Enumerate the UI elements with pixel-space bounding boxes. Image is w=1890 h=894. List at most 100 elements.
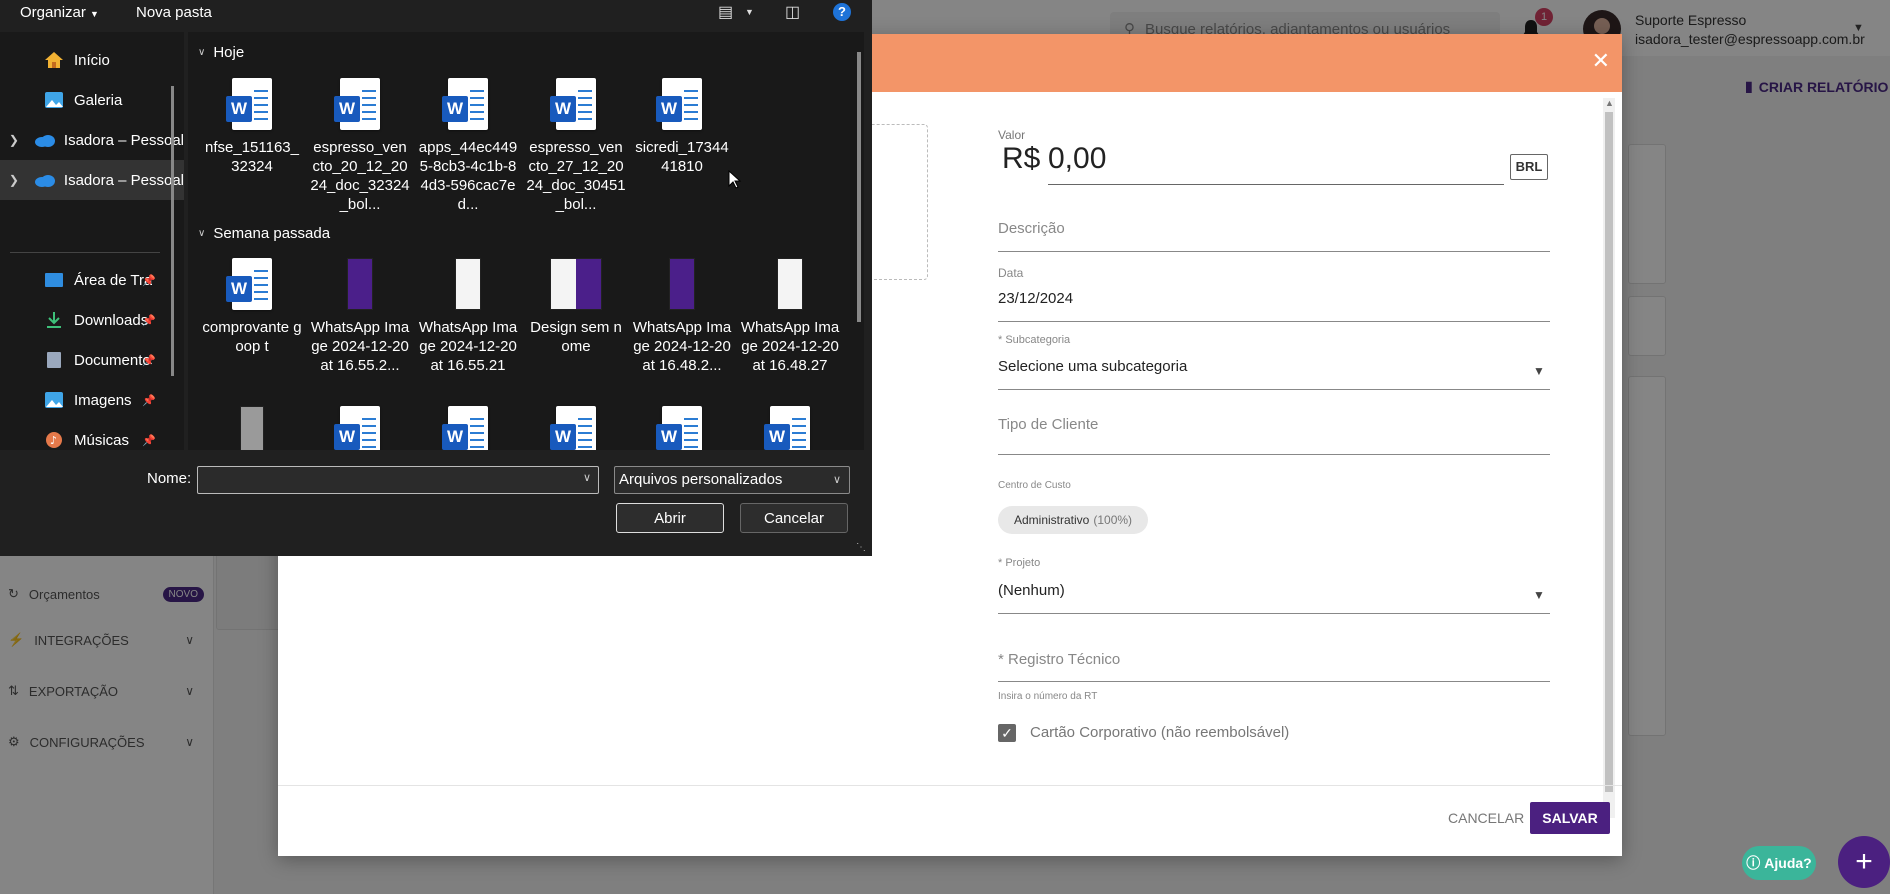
preview-pane-icon[interactable]: ◫ — [785, 2, 800, 22]
currency-symbol: R$ — [1002, 142, 1041, 175]
nav-item-imagens[interactable]: Imagens 📌 — [0, 380, 184, 420]
chevron-right-icon[interactable]: ❯ — [0, 173, 28, 187]
file-item[interactable]: W sicredi_1734441810 — [632, 78, 732, 176]
group-label: Hoje — [213, 44, 245, 61]
currency-code-button[interactable]: BRL — [1510, 154, 1548, 180]
file-name: espresso_vencto_27_12_2024_doc_30451_bol… — [526, 139, 626, 213]
chevron-down-icon[interactable]: ▼ — [745, 7, 754, 17]
new-folder-button[interactable]: Nova pasta — [136, 4, 212, 21]
dialog-cancel-button[interactable]: Cancelar — [740, 503, 848, 533]
file-list: ∨ Hoje W nfse_151163_32324 W espresso_ven… — [188, 32, 864, 450]
gallery-icon — [42, 90, 66, 110]
scroll-thumb[interactable] — [1605, 112, 1613, 792]
file-item[interactable]: W — [526, 406, 626, 450]
chevron-right-icon[interactable]: ❯ — [0, 133, 28, 147]
group-header-semana-passada[interactable]: ∨ Semana passada — [198, 225, 330, 242]
file-item[interactable]: W comprovante goop t — [202, 258, 302, 356]
nav-item-onedrive-1[interactable]: ❯ Isadora – Pessoal — [0, 120, 184, 160]
help-button[interactable]: ⓘ Ajuda? — [1742, 846, 1816, 880]
dropdown-arrow-icon[interactable]: ▼ — [1533, 364, 1545, 378]
dialog-bottom-bar: Nome: ∨ Arquivos personalizados ∨ Abrir … — [0, 450, 872, 556]
valor-input[interactable]: 0,00 — [1048, 142, 1106, 176]
tipo-cliente-input[interactable]: Tipo de Cliente — [998, 416, 1098, 433]
file-item[interactable]: W nfse_151163_32324 — [202, 78, 302, 176]
projeto-select[interactable]: (Nenhum) — [998, 582, 1065, 599]
add-fab-button[interactable]: + — [1838, 836, 1890, 888]
file-list-scrollbar[interactable] — [857, 52, 861, 322]
cancel-button[interactable]: CANCELAR — [1438, 802, 1534, 834]
save-button[interactable]: SALVAR — [1530, 802, 1610, 834]
tipo-cliente-underline — [998, 454, 1550, 455]
file-item[interactable]: W — [740, 406, 840, 450]
pin-icon[interactable]: 📌 — [142, 314, 156, 327]
nav-item-galeria[interactable]: Galeria — [0, 80, 184, 120]
onedrive-icon — [34, 130, 56, 150]
nav-label: Downloads — [74, 311, 149, 329]
help-icon[interactable]: ? — [833, 3, 851, 21]
filename-input[interactable] — [197, 466, 599, 494]
file-item[interactable]: Design sem nome — [526, 258, 626, 356]
file-item[interactable] — [202, 406, 302, 450]
nav-label: Músicas — [74, 431, 130, 449]
question-icon: ⓘ — [1746, 855, 1761, 871]
file-item[interactable]: W — [418, 406, 518, 450]
subcategoria-select[interactable]: Selecione uma subcategoria — [998, 358, 1187, 375]
mouse-cursor-icon — [728, 170, 742, 189]
nav-label: Isadora – Pessoal — [63, 171, 184, 189]
close-icon[interactable]: ✕ — [1592, 48, 1610, 74]
pin-icon[interactable]: 📌 — [142, 354, 156, 367]
registro-tecnico-input[interactable]: * Registro Técnico — [998, 651, 1120, 668]
file-open-dialog: Organizar ▼ Nova pasta ▤ ▼ ◫ ? Início Ga… — [0, 0, 872, 556]
file-name: apps_44ec4495-8cb3-4c1b-84d3-596cac7ed..… — [418, 139, 518, 213]
file-item[interactable]: W — [310, 406, 410, 450]
file-name: WhatsApp Image 2024-12-20 at 16.55.2... — [310, 319, 410, 374]
descricao-input[interactable]: Descrição — [998, 220, 1065, 237]
file-item[interactable]: WhatsApp Image 2024-12-20 at 16.48.27 — [740, 258, 840, 375]
pin-icon[interactable]: 📌 — [142, 274, 156, 287]
svg-text:♪: ♪ — [50, 434, 57, 447]
nav-label: Área de Trabalho — [74, 271, 152, 289]
file-type-select[interactable]: Arquivos personalizados ∨ — [614, 466, 850, 494]
nav-item-documentos[interactable]: Documentos 📌 — [0, 340, 184, 380]
nav-item-area-de-trabalho[interactable]: Área de Trabalho 📌 — [0, 260, 184, 300]
nav-item-inicio[interactable]: Início — [0, 40, 184, 80]
organize-menu[interactable]: Organizar ▼ — [20, 4, 99, 21]
file-name: espresso_vencto_20_12_2024_doc_32324_bol… — [310, 139, 410, 213]
documents-icon — [42, 350, 66, 370]
desktop-icon — [42, 270, 66, 290]
cartao-corporativo-checkbox[interactable]: ✓ — [998, 724, 1016, 742]
file-item[interactable]: WhatsApp Image 2024-12-20 at 16.55.2... — [310, 258, 410, 375]
group-header-hoje[interactable]: ∨ Hoje — [198, 44, 244, 61]
image-thumbnail — [347, 258, 373, 310]
file-item[interactable]: WhatsApp Image 2024-12-20 at 16.48.2... — [632, 258, 732, 375]
file-item[interactable]: W espresso_vencto_27_12_2024_doc_30451_b… — [526, 78, 626, 214]
nav-item-downloads[interactable]: Downloads 📌 — [0, 300, 184, 340]
dropdown-arrow-icon[interactable]: ▼ — [1533, 588, 1545, 602]
scroll-up-icon[interactable]: ▲ — [1605, 98, 1614, 108]
pin-icon[interactable]: 📌 — [142, 394, 156, 407]
open-button[interactable]: Abrir — [616, 503, 724, 533]
pin-icon[interactable]: 📌 — [142, 434, 156, 447]
word-document-icon: W — [550, 78, 596, 130]
view-mode-icon[interactable]: ▤ — [718, 2, 733, 22]
file-item[interactable]: W — [632, 406, 732, 450]
nav-scrollbar[interactable] — [171, 86, 174, 376]
file-item[interactable]: W apps_44ec4495-8cb3-4c1b-84d3-596cac7ed… — [418, 78, 518, 214]
centro-custo-chip[interactable]: Administrativo (100%) — [998, 506, 1149, 534]
word-document-icon: W — [656, 78, 702, 130]
word-document-icon: W — [334, 78, 380, 130]
data-input[interactable]: 23/12/2024 — [998, 290, 1073, 307]
file-item[interactable]: W espresso_vencto_20_12_2024_doc_32324_b… — [310, 78, 410, 214]
resize-grip-icon[interactable]: ⋱ — [856, 542, 866, 553]
valor-label: Valor — [998, 128, 1026, 142]
navigation-pane: Início Galeria ❯ Isadora – Pessoal ❯ Isa… — [0, 32, 184, 450]
nav-item-onedrive-2[interactable]: ❯ Isadora – Pessoal — [0, 160, 184, 200]
valor-underline — [1048, 184, 1504, 185]
chevron-down-icon: ▼ — [90, 9, 99, 19]
modal-scrollbar[interactable]: ▲ — [1603, 98, 1615, 818]
subcategoria-label: * Subcategoria — [998, 334, 1071, 346]
image-thumbnail — [455, 258, 481, 310]
word-document-icon: W — [334, 406, 380, 450]
file-item[interactable]: WhatsApp Image 2024-12-20 at 16.55.21 — [418, 258, 518, 375]
chevron-down-icon[interactable]: ∨ — [583, 471, 591, 484]
